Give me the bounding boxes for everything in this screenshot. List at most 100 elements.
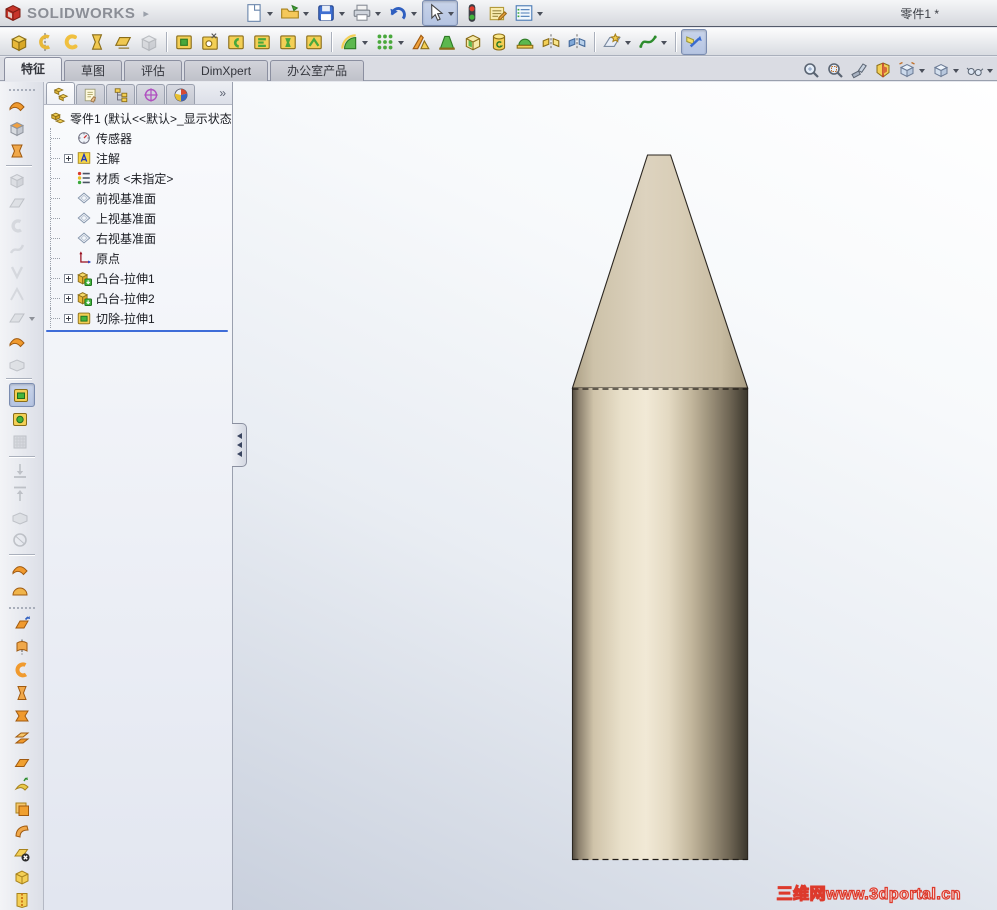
pencil-model[interactable] xyxy=(233,82,997,910)
dropdown-arrow-icon[interactable] xyxy=(302,12,309,16)
surface-half-button[interactable] xyxy=(9,581,35,603)
tree-item-9[interactable]: 凸台-拉伸2 xyxy=(50,288,232,308)
swept-cut-button[interactable] xyxy=(250,30,274,54)
dropdown-arrow-icon[interactable] xyxy=(919,69,925,73)
swept-boss-button[interactable] xyxy=(59,30,83,54)
extruded-cut-side-button[interactable] xyxy=(8,383,35,407)
hide-show-items-button[interactable] xyxy=(964,59,996,81)
lofted-cut-button[interactable] xyxy=(276,30,300,54)
tree-item-2[interactable]: 注解 xyxy=(50,148,232,168)
revolved-boss-button[interactable] xyxy=(33,30,57,54)
undo-button[interactable] xyxy=(386,1,420,25)
dropdown-arrow-icon[interactable] xyxy=(625,40,631,45)
zoom-to-area-button[interactable] xyxy=(824,59,846,81)
tab-dimxpert[interactable]: DimXpert xyxy=(184,60,269,81)
lofted-surface-button[interactable] xyxy=(11,682,33,704)
expand-icon[interactable] xyxy=(64,153,73,163)
planar-face-tool-button[interactable] xyxy=(6,117,38,139)
fillet-button[interactable] xyxy=(337,30,371,54)
wrap-button[interactable] xyxy=(487,30,511,54)
pattern-mirror-alt-button[interactable] xyxy=(565,30,589,54)
new-document-button[interactable] xyxy=(242,1,276,25)
delete-face-button[interactable] xyxy=(11,843,33,865)
property-manager-tab[interactable] xyxy=(76,84,105,104)
manager-overflow-chevron[interactable]: » xyxy=(219,86,226,100)
instant3d-button[interactable] xyxy=(681,28,707,55)
file-properties-button[interactable] xyxy=(486,1,510,25)
dropdown-arrow-icon[interactable] xyxy=(953,69,959,73)
tree-item-5[interactable]: 上视基准面 xyxy=(50,208,232,228)
linear-pattern-button[interactable] xyxy=(373,30,407,54)
tree-item-3[interactable]: 材质 <未指定> xyxy=(50,168,232,188)
extruded-boss-button[interactable] xyxy=(7,30,31,54)
menu-expand-icon[interactable]: ▸ xyxy=(143,7,149,20)
tree-item-0[interactable]: 零件1 (默认<<默认>_显示状态 xyxy=(50,108,232,128)
tree-item-7[interactable]: 原点 xyxy=(50,248,232,268)
toolbar-grip[interactable] xyxy=(8,89,35,91)
zoom-to-fit-button[interactable] xyxy=(800,59,822,81)
curves-button[interactable] xyxy=(636,30,670,54)
dropdown-arrow-icon[interactable] xyxy=(661,40,667,45)
options-button[interactable] xyxy=(512,1,546,25)
dropdown-arrow-icon[interactable] xyxy=(374,12,381,16)
tab-cm-1[interactable]: 草图 xyxy=(64,60,123,81)
tree-item-10[interactable]: 切除-拉伸1 xyxy=(50,308,232,328)
dropdown-arrow-icon[interactable] xyxy=(410,12,417,16)
select-button[interactable] xyxy=(421,0,458,26)
view-orientation-button[interactable] xyxy=(896,59,928,81)
collapse-panel-handle[interactable] xyxy=(232,423,247,467)
ruled-surface-button[interactable] xyxy=(6,94,38,116)
loft-tool-button[interactable] xyxy=(6,140,38,162)
lofted-boss-button[interactable] xyxy=(85,30,109,54)
section-view-button[interactable] xyxy=(872,59,894,81)
shell-button[interactable] xyxy=(461,30,485,54)
dropdown-arrow-icon[interactable] xyxy=(362,40,368,45)
display-manager-tab[interactable] xyxy=(166,84,195,104)
expand-icon[interactable] xyxy=(64,273,73,283)
dropdown-arrow-icon[interactable] xyxy=(28,317,35,321)
tab-cm-2[interactable]: 评估 xyxy=(124,60,183,81)
tree-item-1[interactable]: 传感器 xyxy=(50,128,232,148)
replace-face-button[interactable] xyxy=(11,866,33,888)
mirror-button[interactable] xyxy=(539,30,563,54)
tab-cm-4[interactable]: 办公室产品 xyxy=(270,60,365,81)
dimxpert-manager-tab[interactable] xyxy=(136,84,165,104)
tree-item-4[interactable]: 前视基准面 xyxy=(50,188,232,208)
dropdown-arrow-icon[interactable] xyxy=(398,40,404,45)
hole-wizard-button[interactable] xyxy=(198,30,222,54)
dropdown-arrow-icon[interactable] xyxy=(447,12,454,16)
boundary-cut-button[interactable] xyxy=(302,30,326,54)
open-button[interactable] xyxy=(278,1,312,25)
dropdown-arrow-icon[interactable] xyxy=(987,69,993,73)
extruded-cut-button[interactable] xyxy=(172,30,196,54)
tree-item-8[interactable]: 凸台-拉伸1 xyxy=(50,268,232,288)
boundary-boss-button[interactable] xyxy=(111,30,135,54)
flex-surface-button[interactable] xyxy=(11,820,33,842)
reference-geometry-button[interactable] xyxy=(600,30,634,54)
dropdown-arrow-icon[interactable] xyxy=(338,12,345,16)
surface-tool-4-button[interactable] xyxy=(6,330,38,352)
offset-surface-button[interactable] xyxy=(11,728,33,750)
swept-surface-button[interactable] xyxy=(11,659,33,681)
pencil-body-cylinder[interactable] xyxy=(571,388,749,861)
freeform-surface-button[interactable] xyxy=(11,774,33,796)
draft-button[interactable] xyxy=(435,30,459,54)
extruded-surface-button[interactable] xyxy=(11,613,33,635)
boundary-surface-button[interactable] xyxy=(11,705,33,727)
rollback-bar[interactable] xyxy=(46,330,228,332)
rib-button[interactable] xyxy=(409,30,433,54)
configuration-manager-tab[interactable] xyxy=(106,84,135,104)
rebuild-traffic-light-button[interactable] xyxy=(460,1,484,25)
pencil-tip-cone[interactable] xyxy=(571,154,749,389)
revolved-surface-button[interactable] xyxy=(11,636,33,658)
dome-button[interactable] xyxy=(513,30,537,54)
print-button[interactable] xyxy=(350,1,384,25)
display-style-button[interactable] xyxy=(930,59,962,81)
tab-cm-0[interactable]: 特征 xyxy=(4,57,63,81)
expand-icon[interactable] xyxy=(64,293,73,303)
thicken-surface-button[interactable] xyxy=(11,797,33,819)
knit-surface-button[interactable] xyxy=(11,889,33,910)
dropdown-arrow-icon[interactable] xyxy=(536,12,543,16)
boss-tool-side-button[interactable] xyxy=(9,408,35,430)
panel-splitter[interactable] xyxy=(232,423,249,467)
